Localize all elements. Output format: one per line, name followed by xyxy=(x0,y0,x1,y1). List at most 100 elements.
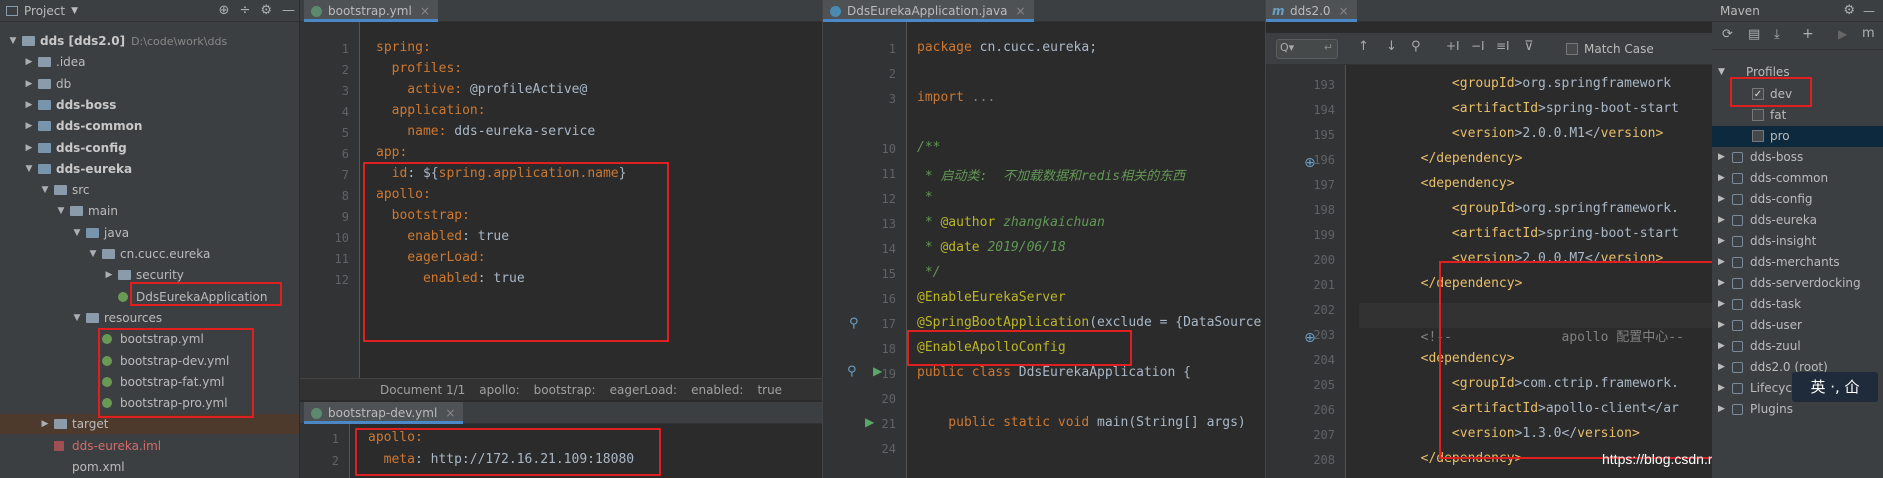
tree-item[interactable]: ▼ resources xyxy=(0,308,299,328)
chevron-right-icon[interactable]: ▶ xyxy=(1718,273,1725,294)
chevron-right-icon[interactable]: ▶ xyxy=(1718,399,1725,420)
chevron-down-icon[interactable]: ▼ xyxy=(72,223,82,243)
remove-occurrence-icon[interactable]: −I xyxy=(1471,39,1485,53)
execute-icon[interactable]: m xyxy=(1862,26,1875,41)
breadcrumb-item[interactable]: apollo: xyxy=(479,383,519,397)
chevron-right-icon[interactable]: ▶ xyxy=(40,414,50,434)
search-icon[interactable]: ⚲ xyxy=(847,364,857,379)
select-all-icon[interactable]: ≡I xyxy=(1496,39,1510,53)
chevron-right-icon[interactable]: ▶ xyxy=(24,95,34,115)
maven-module[interactable]: ▶ dds-task xyxy=(1712,294,1883,315)
tree-item[interactable]: bootstrap-dev.yml xyxy=(0,351,299,371)
collapse-all-icon[interactable]: ÷ xyxy=(239,3,250,18)
add-occurrence-icon[interactable]: +I xyxy=(1446,39,1460,53)
tab-dds2-pom[interactable]: m dds2.0 × xyxy=(1266,0,1357,22)
tree-item[interactable]: ▶ db xyxy=(0,74,299,94)
tab-bootstrap-yml[interactable]: bootstrap.yml × xyxy=(304,0,438,22)
arrow-up-icon[interactable]: ↑ xyxy=(1358,39,1369,54)
tree-item[interactable]: bootstrap.yml xyxy=(0,329,299,349)
chevron-right-icon[interactable]: ▶ xyxy=(104,265,114,285)
tree-item[interactable]: ▶ .idea xyxy=(0,52,299,72)
arrow-down-icon[interactable]: ↓ xyxy=(1386,39,1397,54)
folder-icon[interactable]: ▤ xyxy=(1748,27,1760,42)
profile-item[interactable]: pro xyxy=(1712,126,1883,147)
locate-icon[interactable]: ⊕ xyxy=(219,3,230,18)
maven-profiles[interactable]: ▼ Profiles xyxy=(1712,62,1883,83)
profile-checkbox[interactable] xyxy=(1752,109,1764,121)
breadcrumb-item[interactable]: bootstrap: xyxy=(534,383,596,397)
tree-item[interactable]: ▶ target xyxy=(0,414,299,435)
chevron-right-icon[interactable]: ▶ xyxy=(24,116,34,136)
tree-item[interactable]: dds-eureka.iml xyxy=(0,436,299,456)
maven-module[interactable]: ▶ dds-common xyxy=(1712,168,1883,189)
breadcrumb-item[interactable]: enabled: xyxy=(691,383,743,397)
tree-item[interactable]: ▶ security xyxy=(0,265,299,285)
chevron-down-icon[interactable]: ▼ xyxy=(56,201,66,221)
tab-bootstrap-dev-yml[interactable]: bootstrap-dev.yml × xyxy=(304,402,464,424)
tree-item[interactable]: ▼ dds [dds2.0] D:\code\work\dds xyxy=(0,31,299,51)
gear-icon[interactable]: ⚙ xyxy=(1843,0,1855,22)
close-icon[interactable]: × xyxy=(445,406,455,420)
tree-item[interactable]: ▼ dds-eureka xyxy=(0,159,299,179)
tree-item[interactable]: pom.xml xyxy=(0,457,299,477)
chevron-down-icon[interactable]: ▼ xyxy=(8,31,18,51)
chevron-down-icon[interactable]: ▼ xyxy=(88,244,98,264)
profile-checkbox[interactable] xyxy=(1752,130,1764,142)
maven-module[interactable]: ▶ dds-insight xyxy=(1712,231,1883,252)
chevron-down-icon[interactable]: ▼ xyxy=(40,180,50,200)
chevron-right-icon[interactable]: ▶ xyxy=(1718,189,1725,210)
chevron-right-icon[interactable]: ▶ xyxy=(24,138,34,158)
chevron-right-icon[interactable]: ▶ xyxy=(1718,357,1725,378)
chevron-right-icon[interactable]: ▶ xyxy=(1718,210,1725,231)
gear-icon[interactable]: ⚙ xyxy=(260,3,272,18)
chevron-down-icon[interactable]: ▼ xyxy=(71,6,78,16)
maven-module[interactable]: ▶ dds-merchants xyxy=(1712,252,1883,273)
tree-item[interactable]: ▼ cn.cucc.eureka xyxy=(0,244,299,264)
tree-item[interactable]: ▼ main xyxy=(0,201,299,221)
match-case-checkbox[interactable] xyxy=(1566,43,1578,55)
chevron-down-icon[interactable]: ▼ xyxy=(72,308,82,328)
chevron-right-icon[interactable]: ▶ xyxy=(1718,168,1725,189)
find-all-icon[interactable]: ⚲ xyxy=(1411,39,1421,54)
maven-module[interactable]: ▶ Plugins xyxy=(1712,399,1883,420)
refresh-icon[interactable]: ⟳ xyxy=(1722,27,1733,42)
close-icon[interactable]: × xyxy=(1339,4,1349,18)
profile-item[interactable]: ✓ dev xyxy=(1712,84,1883,105)
chevron-down-icon[interactable]: ▼ xyxy=(24,159,34,179)
run-icon[interactable]: ▶ xyxy=(865,415,874,429)
download-icon[interactable]: ⤓ xyxy=(1774,27,1780,42)
chevron-right-icon[interactable]: ▶ xyxy=(24,74,34,94)
maven-module[interactable]: ▶ dds-boss xyxy=(1712,147,1883,168)
chevron-down-icon[interactable]: ▼ xyxy=(1718,62,1725,83)
maven-module[interactable]: ▶ dds-config xyxy=(1712,189,1883,210)
tree-item[interactable]: ▶ dds-common xyxy=(0,116,299,136)
profile-item[interactable]: fat xyxy=(1712,105,1883,126)
filter-icon[interactable]: ⊽ xyxy=(1524,39,1534,54)
tab-dds-eureka-application[interactable]: DdsEurekaApplication.java × xyxy=(823,0,1034,22)
search-input[interactable]: Q▾ ↵ xyxy=(1276,39,1338,59)
override-icon[interactable]: ⊕ xyxy=(1304,330,1316,346)
breadcrumb-item[interactable]: true xyxy=(757,383,782,397)
maven-module[interactable]: ▶ dds-serverdocking xyxy=(1712,273,1883,294)
tree-item[interactable]: DdsEurekaApplication xyxy=(0,287,299,307)
breadcrumb-item[interactable]: Document 1/1 xyxy=(380,383,465,397)
chevron-right-icon[interactable]: ▶ xyxy=(24,52,34,72)
search-icon[interactable]: ⚲ xyxy=(849,316,859,331)
chevron-right-icon[interactable]: ▶ xyxy=(1718,252,1725,273)
run-icon[interactable]: ▶ xyxy=(1838,27,1847,41)
chevron-right-icon[interactable]: ▶ xyxy=(1718,294,1725,315)
maven-module[interactable]: ▶ dds-eureka xyxy=(1712,210,1883,231)
profile-checkbox[interactable]: ✓ xyxy=(1752,88,1764,100)
close-icon[interactable]: × xyxy=(420,4,430,18)
maven-module[interactable]: ▶ dds-user xyxy=(1712,315,1883,336)
tree-item[interactable]: ▼ java xyxy=(0,223,299,243)
chevron-right-icon[interactable]: ▶ xyxy=(1718,336,1725,357)
maven-module[interactable]: ▶ dds-zuul xyxy=(1712,336,1883,357)
tree-item[interactable]: bootstrap-pro.yml xyxy=(0,393,299,413)
chevron-right-icon[interactable]: ▶ xyxy=(1718,315,1725,336)
breadcrumb[interactable]: Document 1/1 apollo: bootstrap: eagerLoad: e… xyxy=(300,378,822,400)
tree-item[interactable]: ▶ dds-config xyxy=(0,138,299,158)
run-icon[interactable]: ▶ xyxy=(873,364,882,378)
minimize-icon[interactable]: — xyxy=(1863,0,1875,22)
tree-item[interactable]: ▼ src xyxy=(0,180,299,200)
